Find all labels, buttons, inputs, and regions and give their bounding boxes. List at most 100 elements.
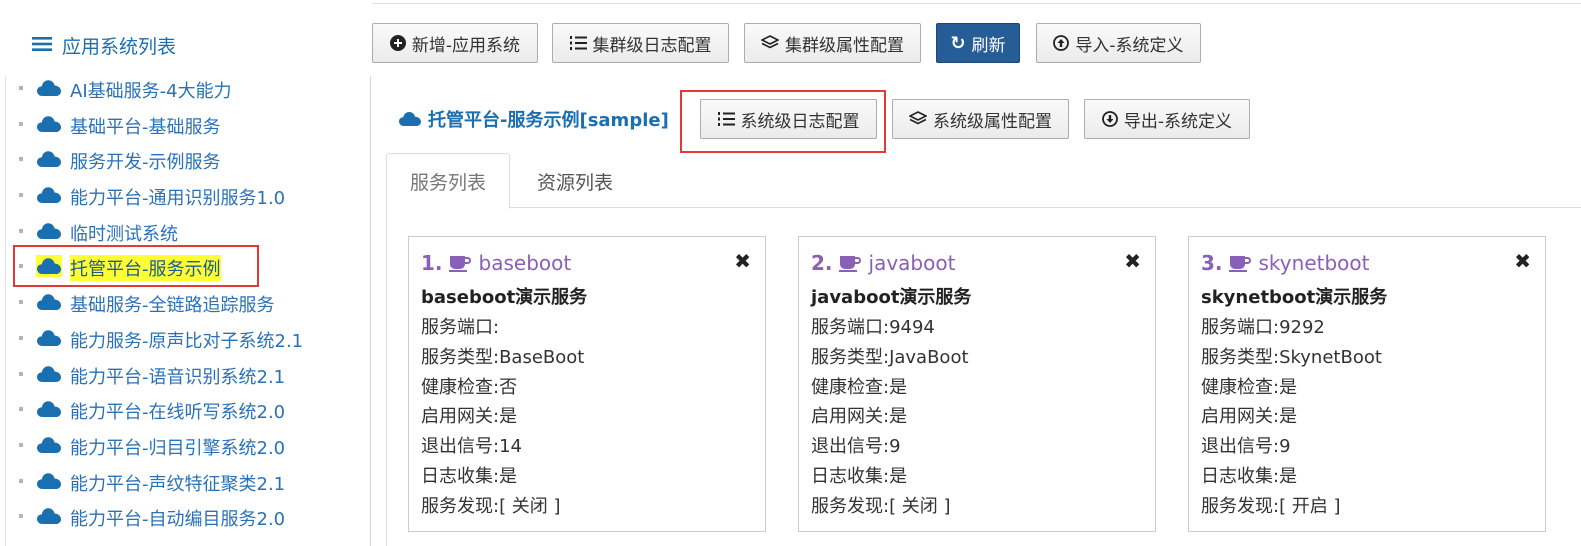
bullet: [19, 157, 23, 162]
service-attribute: 启用网关:是: [811, 406, 908, 428]
bullet: [19, 193, 23, 198]
cluster-prop-config-button[interactable]: 集群级属性配置: [744, 23, 921, 63]
sidebar-item[interactable]: 能力平台-语音识别系统2.1: [0, 357, 368, 393]
sidebar-item-label: 能力平台-在线听写系统2.0: [70, 402, 286, 424]
service-card: 2. javaboot ✖ javaboot演示服务 服务端口:9494 服务类型:Jav…: [798, 236, 1156, 532]
cloud-icon: [37, 437, 61, 453]
service-attribute: 健康检查:是: [811, 376, 908, 398]
cloud-icon: [37, 365, 61, 382]
refresh-button[interactable]: ↻ 刷新: [936, 23, 1020, 63]
sidebar-item-label: 能力平台-语音识别系统2.1: [70, 366, 286, 388]
add-app-label: 新增-应用系统: [411, 35, 521, 56]
service-attribute: 退出信号:14: [421, 436, 522, 458]
bullet: [19, 407, 23, 412]
upload-circle-icon: [1053, 35, 1070, 51]
system-title: 托管平台-服务示例[sample]: [399, 106, 669, 132]
service-name: skynetboot: [1258, 251, 1370, 275]
service-attribute: 服务发现:[ 关闭 ]: [811, 495, 951, 517]
app-system-list: AI基础服务-4大能力基础平台-基础服务服务开发-示例服务能力平台-通用识别服务…: [0, 71, 368, 535]
bullet: [19, 442, 23, 447]
sidebar: 应用系统列表 AI基础服务-4大能力基础平台-基础服务服务开发-示例服务能力平台…: [0, 0, 372, 546]
service-attribute: 服务类型:JavaBoot: [811, 346, 969, 368]
system-prop-label: 系统级属性配置: [933, 111, 1052, 132]
import-def-label: 导入-系统定义: [1075, 35, 1184, 56]
sidebar-item[interactable]: AI基础服务-4大能力: [0, 71, 368, 107]
service-attribute: 日志收集:是: [421, 466, 518, 487]
cluster-log-config-button[interactable]: 集群级日志配置: [552, 23, 729, 63]
service-attribute: 退出信号:9: [811, 436, 901, 458]
cloud-icon: [37, 80, 61, 96]
sidebar-item-label: 能力平台-自动编目服务2.0: [70, 509, 286, 531]
sidebar-item-label: 服务开发-示例服务: [70, 152, 221, 174]
service-attribute: 日志收集:是: [811, 466, 908, 487]
tab-resource-list[interactable]: 资源列表: [512, 153, 638, 209]
service-attribute: 服务端口:: [421, 317, 500, 338]
sidebar-title-text: 应用系统列表: [62, 35, 177, 58]
sidebar-item-label: 能力平台-声纹特征聚类2.1: [70, 473, 286, 495]
service-attribute: 启用网关:是: [1201, 406, 1298, 428]
export-def-button[interactable]: 导出-系统定义: [1084, 99, 1250, 139]
layers-icon: [909, 111, 927, 127]
bullet: [19, 86, 23, 90]
sidebar-item[interactable]: 能力平台-在线听写系统2.0: [0, 392, 368, 428]
sidebar-item[interactable]: 能力平台-自动编目服务2.0: [0, 499, 368, 535]
service-attribute: 退出信号:9: [1201, 436, 1291, 458]
cloud-icon: [37, 401, 61, 418]
service-number: 1.: [421, 251, 443, 275]
bullet: [19, 335, 23, 340]
close-icon[interactable]: ✖: [734, 249, 751, 273]
sidebar-item-label: 能力平台-通用识别服务1.0: [70, 188, 286, 210]
service-card: 1. baseboot ✖ baseboot演示服务 服务端口: 服务类型:BaseBoo…: [408, 236, 766, 532]
service-attribute: 服务端口:9494: [811, 317, 935, 338]
add-app-button[interactable]: 新增-应用系统: [372, 23, 538, 63]
coffee-icon: [1228, 254, 1251, 272]
coffee-icon: [448, 254, 471, 272]
system-log-annotation: [680, 90, 886, 153]
export-def-label: 导出-系统定义: [1123, 111, 1233, 132]
service-description: baseboot演示服务: [421, 287, 588, 308]
refresh-icon: ↻: [950, 32, 966, 54]
service-header[interactable]: 3. skynetboot: [1201, 251, 1369, 275]
import-def-button[interactable]: 导入-系统定义: [1036, 23, 1201, 63]
sidebar-item[interactable]: 能力平台-归目引擎系统2.0: [0, 428, 368, 464]
service-description: skynetboot演示服务: [1201, 287, 1388, 308]
sidebar-item-label: 临时测试系统: [70, 223, 178, 245]
service-number: 2.: [811, 251, 833, 275]
sidebar-item-label: AI基础服务-4大能力: [70, 81, 232, 102]
sidebar-item-label: 能力平台-归目引擎系统2.0: [70, 437, 286, 459]
close-icon[interactable]: ✖: [1514, 249, 1531, 273]
tab-service-list[interactable]: 服务列表: [386, 153, 510, 209]
service-attribute: 健康检查:是: [1201, 376, 1298, 398]
service-attribute: 服务发现:[ 关闭 ]: [421, 495, 561, 517]
service-description: javaboot演示服务: [811, 287, 972, 308]
sidebar-item[interactable]: 能力服务-原声比对子系统2.1: [0, 321, 368, 357]
active-item-annotation: [13, 245, 259, 287]
system-title-text: 托管平台-服务示例[sample]: [428, 110, 669, 131]
service-attribute: 启用网关:是: [421, 406, 518, 428]
top-divider: [372, 3, 1581, 4]
service-name: baseboot: [478, 251, 572, 275]
bullet: [19, 478, 23, 483]
bullet: [19, 228, 23, 233]
sidebar-item[interactable]: 能力平台-声纹特征聚类2.1: [0, 464, 368, 500]
cloud-icon: [37, 115, 61, 132]
cloud-icon: [399, 112, 421, 126]
sidebar-item[interactable]: 基础平台-基础服务: [0, 107, 368, 143]
service-header[interactable]: 2. javaboot: [811, 251, 955, 275]
sidebar-item[interactable]: 服务开发-示例服务: [0, 142, 368, 178]
cloud-icon: [37, 508, 61, 525]
cluster-log-label: 集群级日志配置: [592, 35, 712, 56]
service-attribute: 服务类型:BaseBoot: [421, 346, 585, 368]
sidebar-item[interactable]: 能力平台-通用识别服务1.0: [0, 178, 368, 214]
service-attribute: 健康检查:否: [421, 376, 518, 398]
cloud-icon: [37, 223, 61, 239]
service-card: 3. skynetboot ✖ skynetboot演示服务 服务端口:9292 服务类型…: [1188, 236, 1546, 532]
close-icon[interactable]: ✖: [1124, 249, 1141, 273]
service-attribute: 服务发现:[ 开启 ]: [1201, 495, 1341, 517]
system-prop-config-button[interactable]: 系统级属性配置: [892, 99, 1069, 139]
sidebar-item[interactable]: 基础服务-全链路追踪服务: [0, 285, 368, 321]
refresh-label: 刷新: [971, 35, 1006, 56]
cloud-icon: [37, 472, 61, 489]
bullet: [19, 514, 23, 519]
service-header[interactable]: 1. baseboot: [421, 251, 571, 275]
